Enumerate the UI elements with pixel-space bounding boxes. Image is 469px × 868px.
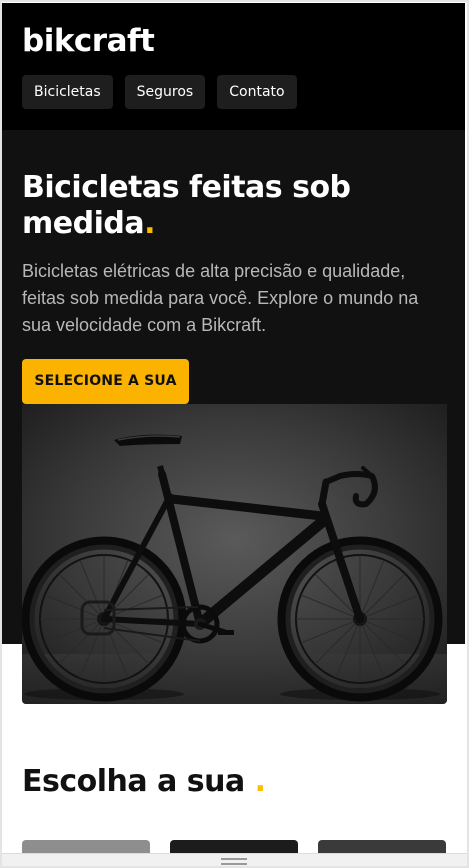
- hero-title-dot: .: [144, 206, 155, 241]
- select-bike-button[interactable]: SELECIONE A SUA: [22, 359, 189, 404]
- bottom-bar: [0, 853, 469, 868]
- site-header: bikcraft Bicicletas Seguros Contato: [2, 3, 465, 130]
- main-nav: Bicicletas Seguros Contato: [22, 75, 297, 109]
- road-bike-image: [22, 404, 447, 704]
- logo[interactable]: bikcraft: [22, 21, 155, 61]
- nav-item-bicicletas[interactable]: Bicicletas: [22, 75, 113, 109]
- choose-title-dot: .: [254, 764, 266, 799]
- hero-title: Bicicletas feitas sob medida.: [22, 170, 422, 242]
- choose-section-title: Escolha a sua .: [22, 762, 266, 802]
- hero-title-text: Bicicletas feitas sob medida: [22, 170, 351, 241]
- nav-item-seguros[interactable]: Seguros: [124, 75, 206, 109]
- drag-handle-icon[interactable]: [221, 858, 247, 865]
- hero-description: Bicicletas elétricas de alta precisão e …: [22, 261, 419, 335]
- choose-title-text: Escolha a sua: [22, 764, 245, 799]
- page: bikcraft Bicicletas Seguros Contato Bici…: [0, 0, 469, 868]
- nav-item-contato[interactable]: Contato: [217, 75, 297, 109]
